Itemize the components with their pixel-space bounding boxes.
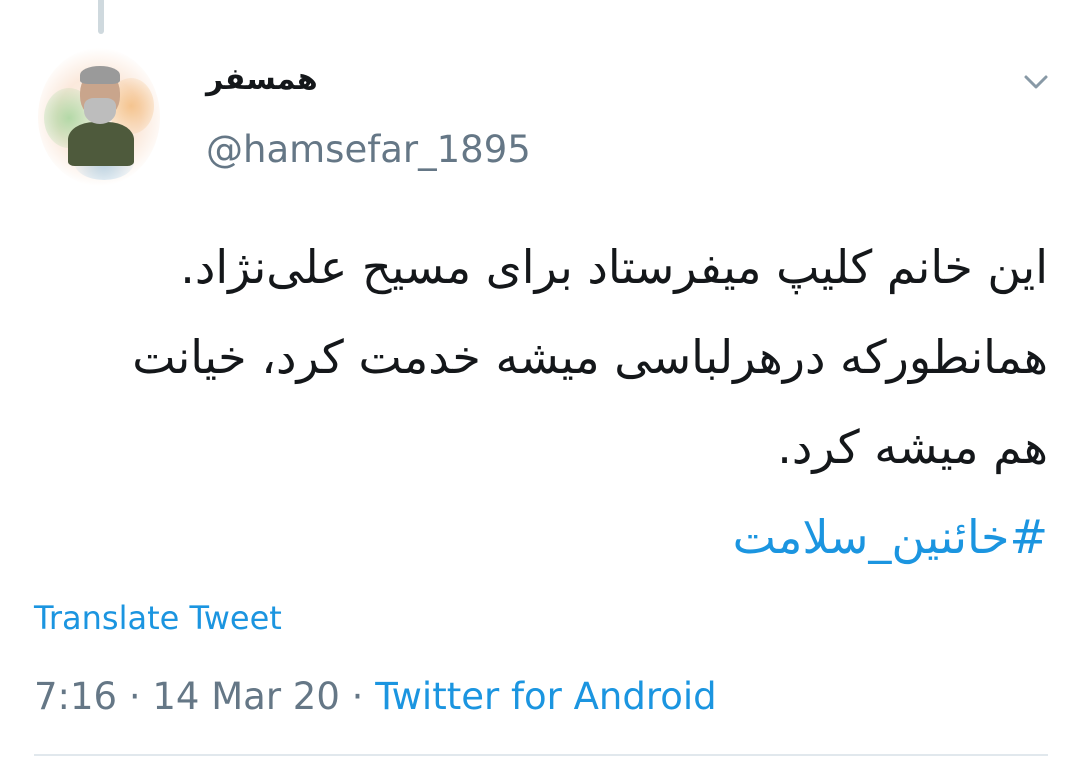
tweet-metadata: 7:16 · 14 Mar 20 · Twitter for Android	[34, 672, 717, 722]
tweet-text-line: همانطورکه درهرلباسی میشه خدمت کرد، خیانت	[132, 330, 1048, 384]
meta-separator: ·	[351, 675, 364, 718]
meta-separator: ·	[128, 675, 141, 718]
avatar-hair	[80, 66, 120, 84]
tweet-text-line: هم میشه کرد.	[777, 420, 1048, 474]
thread-connector-line	[98, 0, 104, 34]
tweet-text-line: این خانم کلیپ میفرستاد برای مسیح علی‌نژا…	[180, 240, 1048, 294]
avatar-beard	[84, 98, 116, 124]
translate-tweet-link[interactable]: Translate Tweet	[34, 596, 282, 640]
divider	[34, 754, 1048, 756]
author-handle[interactable]: @hamsefar_1895	[206, 126, 531, 174]
tweet-time: 7:16	[34, 675, 118, 718]
chevron-down-icon[interactable]	[1020, 66, 1052, 98]
avatar-uniform	[68, 122, 134, 166]
tweet-text: این خانم کلیپ میفرستاد برای مسیح علی‌نژا…	[34, 222, 1048, 582]
author-display-name[interactable]: همسفر	[206, 58, 318, 102]
avatar[interactable]	[38, 48, 160, 186]
hashtag-link[interactable]: #خائنین_سلامت	[733, 510, 1048, 564]
tweet-date: 14 Mar 20	[152, 675, 340, 718]
tweet-source-link[interactable]: Twitter for Android	[375, 675, 716, 718]
